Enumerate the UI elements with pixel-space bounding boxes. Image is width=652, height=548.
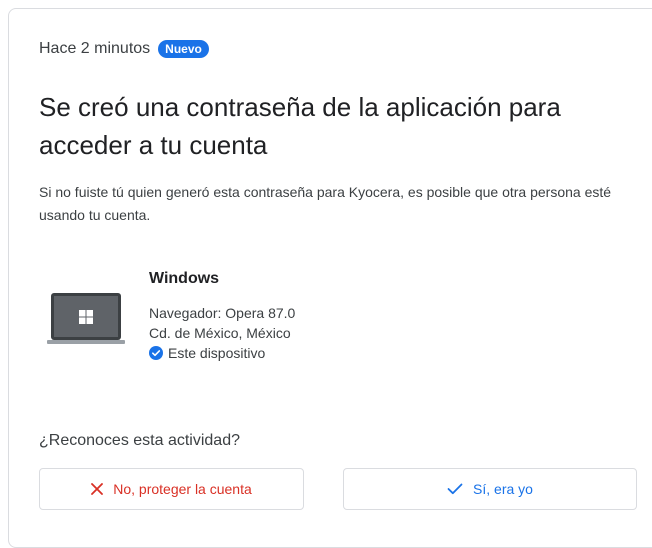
meta-row: Hace 2 minutos Nuevo bbox=[39, 38, 209, 60]
confirm-was-me-button[interactable]: Sí, era yo bbox=[343, 468, 637, 510]
windows-laptop-icon bbox=[47, 291, 127, 347]
protect-account-label: No, proteger la cuenta bbox=[113, 481, 252, 497]
alert-headline: Se creó una contraseña de la aplicación … bbox=[39, 92, 561, 160]
check-circle-icon bbox=[149, 346, 163, 360]
new-badge: Nuevo bbox=[158, 40, 209, 58]
device-info: Windows Navegador: Opera 87.0 Cd. de Méx… bbox=[149, 267, 295, 363]
recognize-question: ¿Reconoces esta actividad? bbox=[39, 432, 240, 449]
timestamp: Hace 2 minutos bbox=[39, 40, 151, 57]
this-device-row: Este dispositivo bbox=[149, 343, 295, 363]
close-icon bbox=[91, 483, 104, 495]
device-browser: Navegador: Opera 87.0 bbox=[149, 305, 296, 321]
device-location: Cd. de México, México bbox=[149, 325, 291, 341]
this-device-label: Este dispositivo bbox=[168, 345, 266, 361]
alert-description: Si no fuiste tú quien generó esta contra… bbox=[39, 184, 612, 223]
security-alert-card: Hace 2 minutos Nuevo Se creó una contras… bbox=[8, 8, 652, 548]
protect-account-button[interactable]: No, proteger la cuenta bbox=[39, 468, 304, 510]
checkmark-icon bbox=[447, 483, 463, 495]
device-name: Windows bbox=[149, 270, 220, 287]
confirm-was-me-label: Sí, era yo bbox=[473, 481, 533, 497]
